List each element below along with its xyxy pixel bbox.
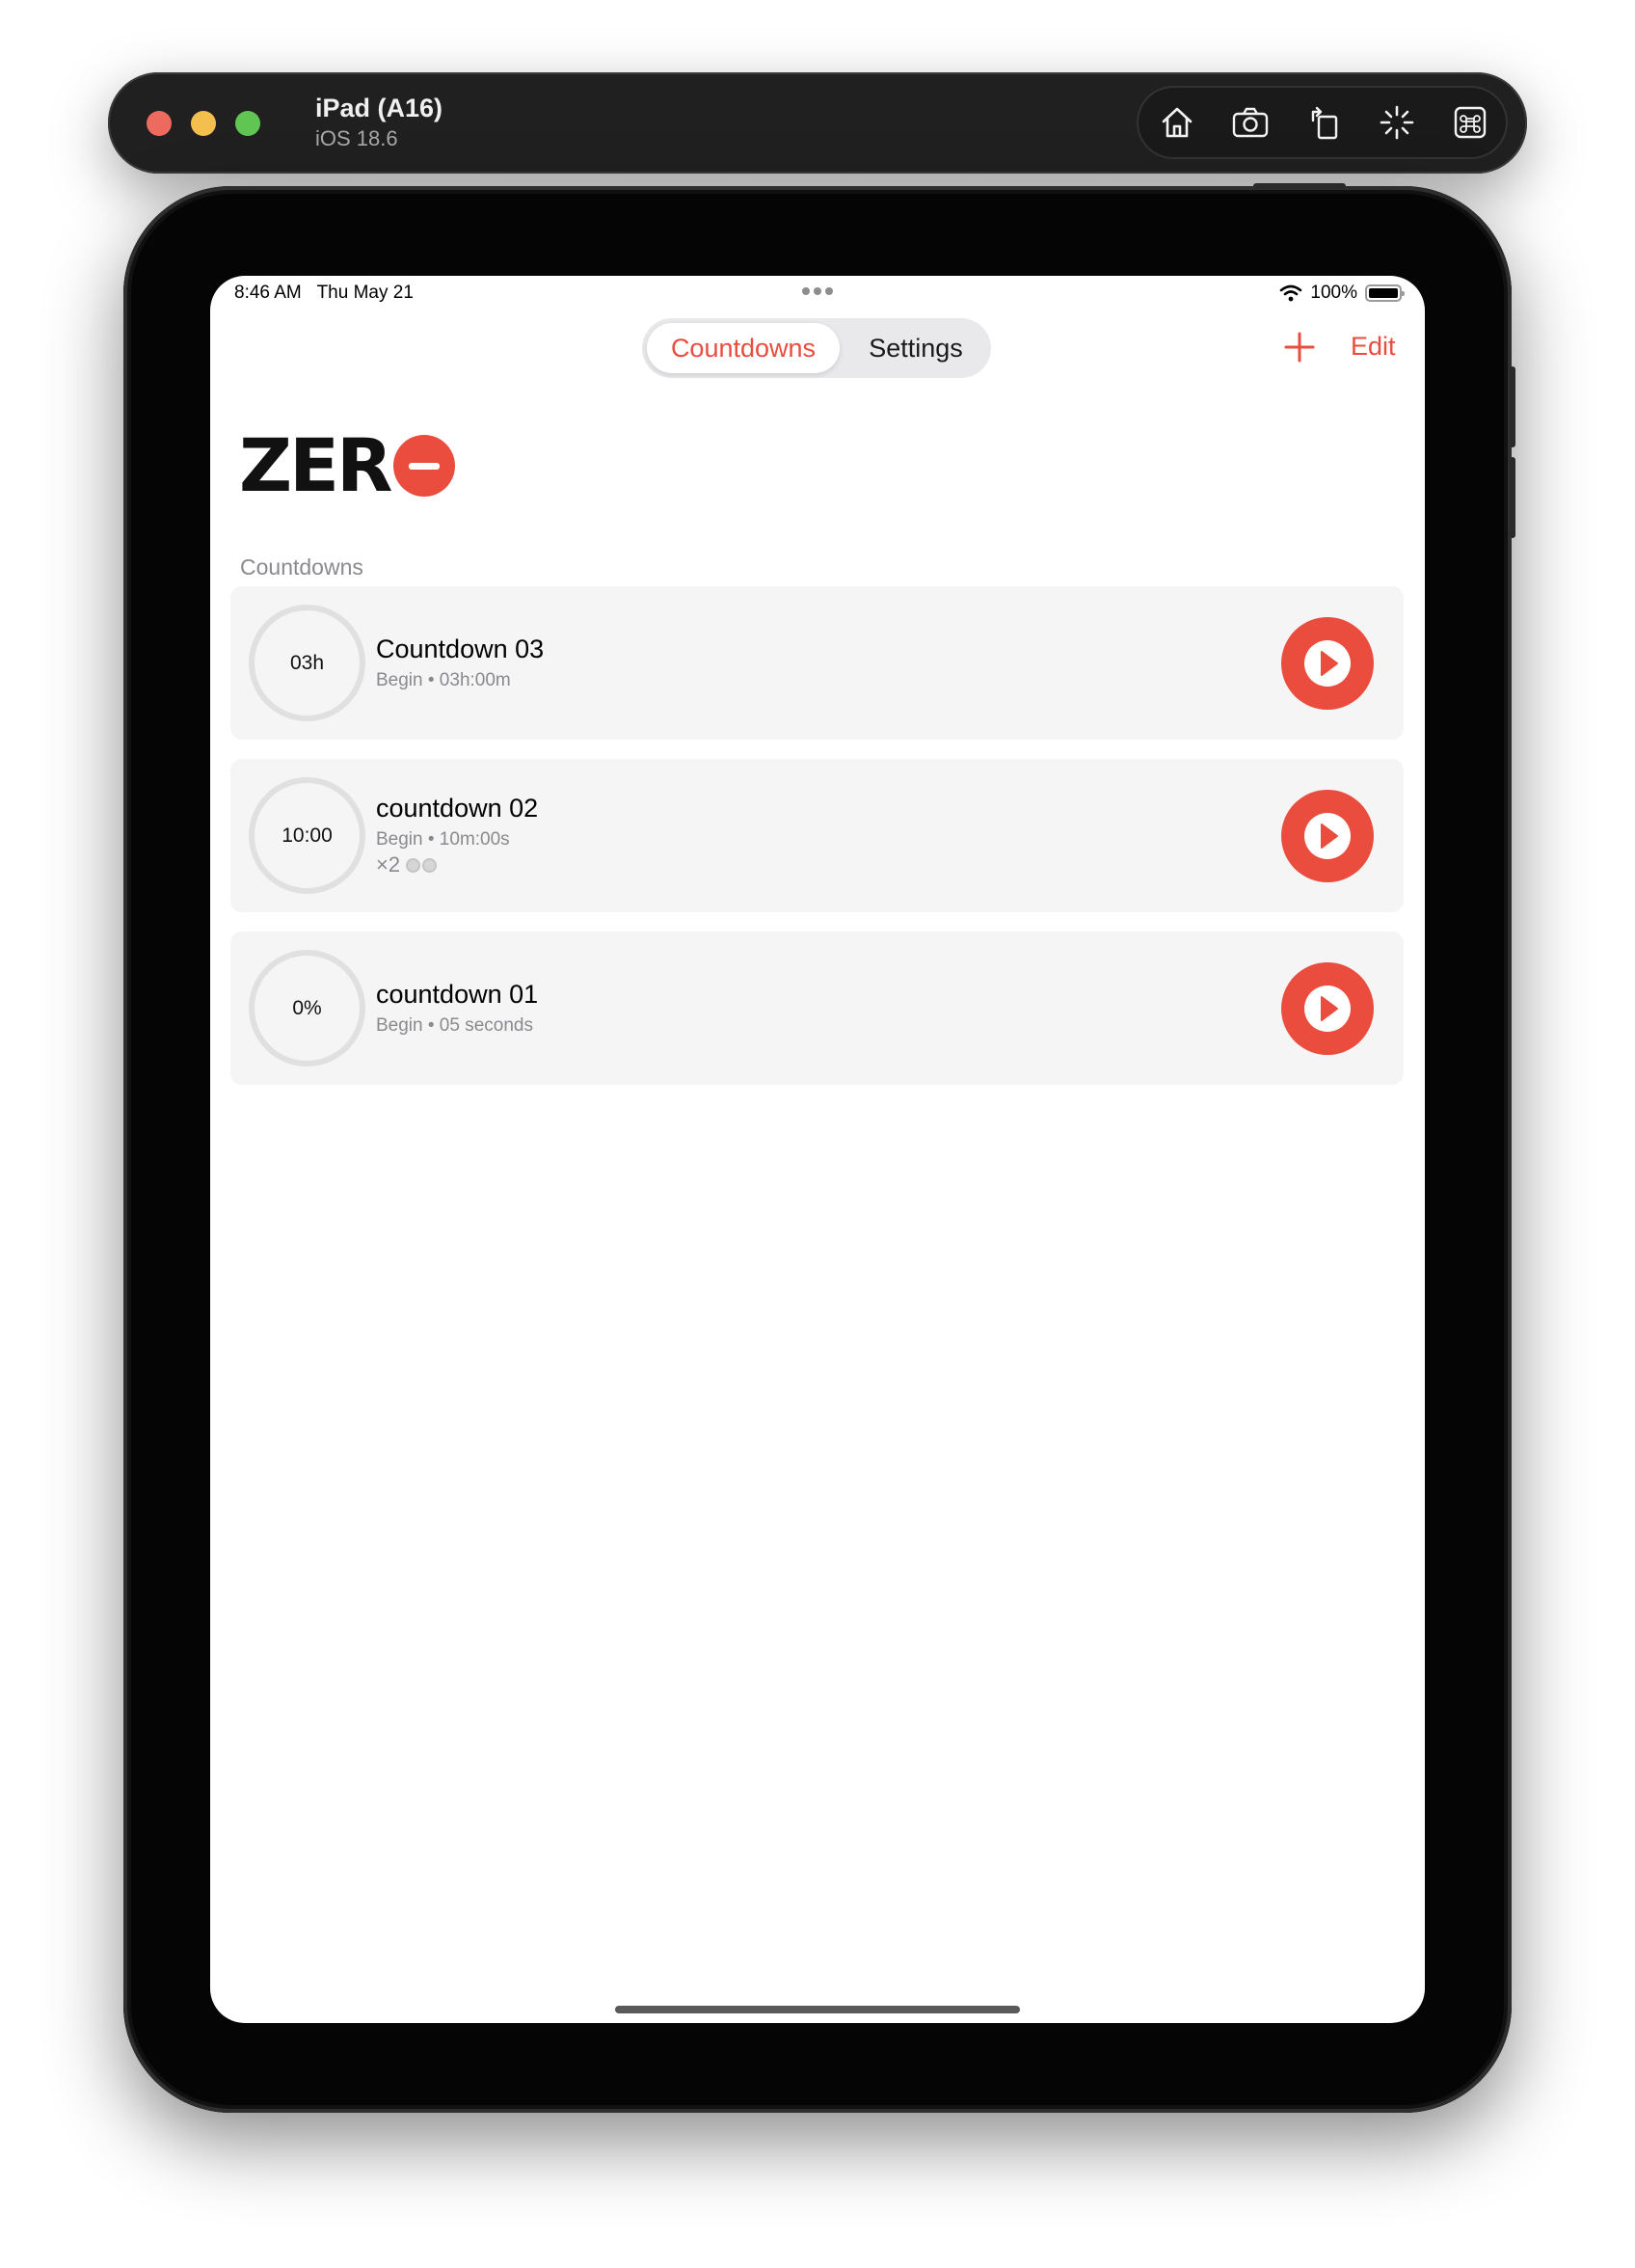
progress-ring: 10:00 [249, 777, 365, 894]
progress-ring: 03h [249, 605, 365, 721]
battery-percent: 100% [1310, 283, 1357, 303]
minimize-window-button[interactable] [191, 111, 216, 136]
brightness-icon[interactable] [1378, 103, 1416, 142]
repeat-dot-icon [422, 857, 438, 873]
top-button [1253, 183, 1346, 189]
tab-settings[interactable]: Settings [844, 323, 987, 373]
status-time-date: 8:46 AM Thu May 21 [234, 283, 414, 304]
repeat-count: ×2 [376, 852, 401, 877]
play-icon [1304, 640, 1351, 687]
section-header: Countdowns [240, 554, 363, 580]
simulator-toolbar: iPad (A16) iOS 18.6 [108, 72, 1527, 174]
rotate-icon[interactable] [1304, 103, 1343, 142]
tab-segmented-control: Countdowns Settings [642, 318, 991, 378]
command-icon[interactable] [1451, 103, 1489, 142]
countdown-title: Countdown 03 [376, 634, 545, 663]
play-button[interactable] [1281, 790, 1374, 882]
repeat-dot-icon [406, 857, 421, 873]
countdown-title: countdown 01 [376, 980, 539, 1009]
plus-icon[interactable] [1280, 328, 1319, 366]
os-version: iOS 18.6 [315, 126, 398, 150]
countdown-title: countdown 02 [376, 794, 539, 823]
status-indicators: 100% [1279, 282, 1405, 305]
battery-icon [1365, 284, 1405, 302]
wifi-icon [1279, 284, 1302, 302]
close-window-button[interactable] [147, 111, 172, 136]
status-time: 8:46 AM [234, 283, 302, 303]
repeat-indicator: ×2 [376, 852, 438, 878]
multitasking-dots-icon[interactable] [800, 285, 835, 295]
play-icon [1304, 813, 1351, 859]
home-indicator[interactable] [615, 2006, 1020, 2013]
tab-countdowns[interactable]: Countdowns [647, 323, 840, 373]
edit-button[interactable]: Edit [1351, 332, 1396, 362]
screenshot-icon[interactable] [1231, 103, 1270, 142]
countdown-subtitle: Begin • 10m:00s [376, 829, 510, 850]
countdown-subtitle: Begin • 03h:00m [376, 670, 511, 690]
home-icon[interactable] [1158, 103, 1196, 142]
countdown-card[interactable]: 0% countdown 01 Begin • 05 seconds [230, 932, 1404, 1085]
play-icon [1304, 986, 1351, 1032]
zoom-window-button[interactable] [235, 111, 260, 136]
ipad-screen: 8:46 AM Thu May 21 100% Countdowns Setti… [210, 276, 1425, 2023]
play-button[interactable] [1281, 962, 1374, 1055]
countdown-card[interactable]: 03h Countdown 03 Begin • 03h:00m [230, 586, 1404, 740]
countdown-card[interactable]: 10:00 countdown 02 Begin • 10m:00s ×2 [230, 759, 1404, 912]
countdown-subtitle: Begin • 05 seconds [376, 1015, 533, 1036]
volume-up-button [1510, 366, 1515, 447]
volume-down-button [1510, 457, 1515, 538]
app-logo: ZER [239, 422, 455, 508]
progress-ring: 0% [249, 950, 365, 1066]
simulator-tools [1137, 86, 1508, 159]
device-name: iPad (A16) [315, 94, 443, 122]
play-button[interactable] [1281, 617, 1374, 710]
logo-text: ZER [239, 422, 393, 508]
status-date: Thu May 21 [316, 283, 414, 303]
logo-zero-icon [392, 435, 455, 497]
